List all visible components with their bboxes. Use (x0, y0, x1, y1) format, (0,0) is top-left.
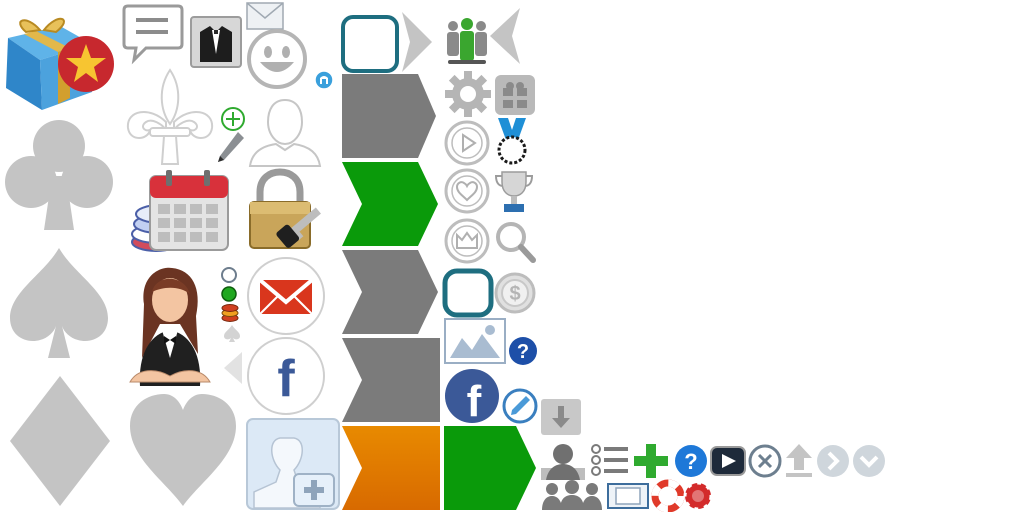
video-icon[interactable] (710, 444, 746, 478)
empty-slot-indicator-icon (220, 266, 238, 284)
facebook-icon[interactable]: f (444, 368, 500, 426)
empty-frame-button[interactable] (340, 14, 400, 74)
chip-stack-icon (220, 303, 240, 323)
upload-icon[interactable] (784, 442, 814, 478)
play-icon[interactable] (444, 120, 490, 166)
question-mark-1: ? (517, 341, 529, 363)
message-icon[interactable] (122, 2, 184, 65)
dealer-avatar-icon (120, 264, 220, 388)
trophy-icon (494, 168, 534, 214)
dollar-symbol: $ (509, 283, 520, 305)
fleur-de-lis-icon (120, 66, 220, 166)
facebook-letter: f (277, 350, 295, 408)
arrow-right-icon[interactable] (816, 444, 850, 478)
poker-chip-icon[interactable] (683, 481, 713, 511)
arrow-down-icon[interactable] (852, 444, 886, 478)
add-photo-icon[interactable] (246, 418, 340, 510)
diamond-suit-icon (6, 374, 114, 508)
gear-icon[interactable] (444, 70, 492, 118)
help-icon (314, 70, 334, 90)
chevron-left-icon[interactable] (488, 6, 522, 66)
plus-icon[interactable] (632, 442, 670, 480)
list-icon[interactable] (590, 442, 630, 478)
online-indicator-icon (220, 285, 238, 303)
image-icon (444, 318, 506, 364)
chevron-orange-step[interactable] (342, 426, 440, 510)
chevron-gray-step-3[interactable] (342, 338, 440, 422)
spade-suit-icon (4, 244, 114, 362)
add-icon[interactable] (220, 106, 246, 132)
help-button-icon[interactable]: ? (674, 444, 708, 478)
envelope-icon (246, 2, 284, 30)
teal-frame-button[interactable] (442, 268, 494, 318)
chevron-gray-step-1[interactable] (342, 74, 436, 158)
smiley-icon (246, 28, 308, 90)
facebook-circle-icon[interactable]: f (246, 336, 326, 416)
club-suit-icon (4, 116, 114, 234)
user-silhouette-icon (246, 96, 324, 168)
chevron-green-step[interactable] (342, 162, 438, 246)
download-icon[interactable] (540, 398, 582, 436)
users-group-icon (444, 16, 490, 66)
gift-box-icon[interactable] (494, 74, 536, 116)
heart-circle-icon[interactable] (444, 168, 490, 214)
dollar-icon: $ (494, 272, 536, 314)
friends-icon[interactable] (540, 480, 604, 510)
lifebuoy-icon[interactable] (651, 479, 685, 512)
spade-small-icon (222, 323, 242, 343)
edit-icon[interactable] (502, 388, 538, 424)
user-card-icon[interactable] (540, 440, 586, 482)
chevron-gray-step-2[interactable] (342, 250, 438, 334)
chevron-right-icon[interactable] (400, 10, 434, 74)
heart-suit-icon (126, 392, 240, 508)
pencil-icon[interactable] (216, 130, 246, 164)
mail-circle-icon[interactable] (246, 256, 326, 336)
medal-icon (492, 116, 532, 166)
chevron-green-step-end[interactable] (444, 426, 536, 510)
crown-icon[interactable] (444, 218, 490, 264)
tuxedo-icon (190, 16, 242, 68)
magnifier-icon[interactable] (494, 220, 536, 264)
facebook-letter-2: f (467, 377, 482, 426)
close-icon[interactable] (748, 444, 782, 478)
fullscreen-icon[interactable] (606, 482, 650, 510)
question-badge-icon[interactable]: ? (508, 336, 538, 366)
calendar-icon (148, 168, 230, 252)
padlock-key-icon (246, 168, 326, 254)
question-mark-2: ? (684, 449, 697, 474)
chevron-left-small-icon[interactable] (222, 350, 244, 386)
gift-star-icon (0, 8, 118, 112)
